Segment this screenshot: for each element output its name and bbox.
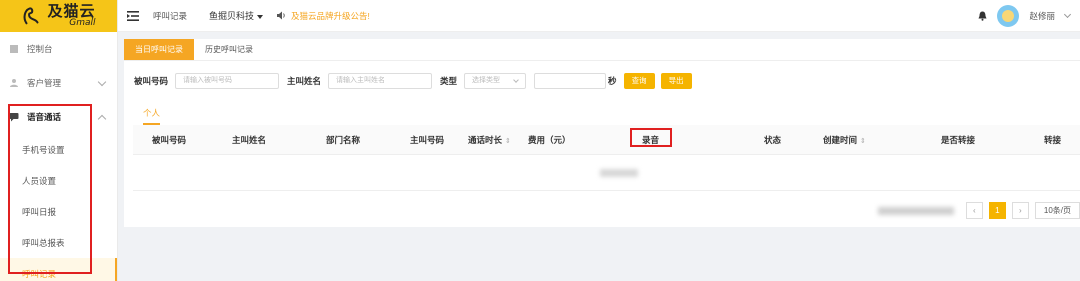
col-status: 状态 (764, 135, 782, 145)
record-tabs: 当日呼叫记录 历史呼叫记录 (124, 39, 1080, 61)
caller-name-label: 主叫姓名 (287, 76, 322, 86)
col-called-number: 被叫号码 (152, 135, 187, 145)
prev-page-button[interactable]: ‹ (965, 202, 983, 219)
company-name: 鱼掘贝科技 (209, 11, 255, 21)
company-selector[interactable]: 鱼掘贝科技 (209, 9, 264, 22)
chevron-up-icon (97, 114, 107, 124)
seconds-label: 秒 (608, 76, 617, 86)
table-header: 被叫号码 主叫姓名 部门名称 主叫号码 通话时长 ⇕ 费用（元） 录音 状态 创建… (133, 125, 1080, 155)
chat-icon (9, 113, 19, 122)
pagination-total (877, 206, 954, 215)
menu-fold-icon[interactable] (127, 10, 139, 21)
sidebar-item-label: 语音通话 (27, 112, 62, 122)
filter-bar: 被叫号码 请输入被叫号码 主叫姓名 请输入主叫姓名 类型 选择类型 秒 查询 导… (124, 61, 1080, 101)
caret-down-icon (257, 14, 264, 19)
main-panel: 当日呼叫记录 历史呼叫记录 被叫号码 请输入被叫号码 主叫姓名 请输入主叫姓名 … (124, 39, 1080, 227)
subtab-bar: 个人 (124, 101, 1080, 125)
query-button[interactable]: 查询 (623, 73, 655, 89)
sidebar-subitem-total-report[interactable]: 呼叫总报表 (0, 227, 117, 258)
chevron-down-icon (97, 77, 107, 87)
tab-personal[interactable]: 个人 (143, 107, 161, 125)
sidebar-item-dashboard[interactable]: 控制台 (0, 32, 117, 66)
user-name[interactable]: 赵修丽 (1029, 10, 1055, 22)
page-size-value: 10条/页 (1043, 206, 1071, 215)
breadcrumb: 呼叫记录 (153, 10, 188, 21)
called-number-label: 被叫号码 (134, 76, 169, 86)
col-recording: 录音 (642, 135, 660, 145)
type-select[interactable]: 选择类型 (464, 73, 527, 89)
sidebar: 及猫云 Gmall 控制台 客户管理 语音通话 手机号设置 人员设置 呼叫日报 … (0, 0, 118, 281)
duration-input[interactable] (534, 73, 607, 89)
col-cost: 费用（元） (528, 135, 571, 145)
bell-icon[interactable] (978, 11, 987, 21)
avatar[interactable] (997, 5, 1020, 27)
type-select-placeholder: 选择类型 (472, 77, 501, 84)
col-transfer: 转接 (1044, 135, 1062, 145)
chevron-down-icon[interactable] (1063, 10, 1072, 19)
sidebar-subitem-call-records[interactable]: 呼叫记录 (0, 258, 117, 281)
col-caller-number: 主叫号码 (410, 135, 445, 145)
announcement-link[interactable]: 及猫云品牌升级公告! (277, 10, 370, 22)
dashboard-icon (10, 45, 18, 53)
col-created-time-label: 创建时间 (823, 135, 858, 145)
brand-name-en: Gmall (69, 18, 96, 28)
brand-name-cn: 及猫云 (47, 2, 96, 20)
page-number[interactable]: 1 (988, 202, 1006, 219)
col-created-time[interactable]: 创建时间 ⇕ (823, 125, 866, 157)
col-department: 部门名称 (326, 135, 361, 145)
table-body (133, 155, 1080, 191)
col-is-transferred: 是否转接 (941, 135, 976, 145)
tab-history-records[interactable]: 历史呼叫记录 (194, 39, 264, 60)
sidebar-item-voice-call[interactable]: 语音通话 (0, 100, 117, 134)
called-number-input[interactable]: 请输入被叫号码 (175, 73, 280, 89)
topbar: 呼叫记录 鱼掘贝科技 及猫云品牌升级公告! 赵修丽 (118, 0, 1080, 32)
sidebar-subitem-daily-report[interactable]: 呼叫日报 (0, 196, 117, 227)
tab-today-records[interactable]: 当日呼叫记录 (124, 39, 194, 60)
sidebar-subitem-staff-settings[interactable]: 人员设置 (0, 165, 117, 196)
brand-logo[interactable]: 及猫云 Gmall (0, 0, 117, 32)
cat-logo-icon (24, 7, 39, 25)
sort-icon: ⇕ (505, 138, 511, 145)
chevron-down-icon (513, 77, 519, 83)
col-call-duration-label: 通话时长 (468, 135, 503, 145)
page-size-select[interactable]: 10条/页 (1034, 202, 1080, 219)
caller-name-input[interactable]: 请输入主叫姓名 (328, 73, 433, 89)
sidebar-item-label: 客户管理 (27, 78, 62, 88)
export-button[interactable]: 导出 (660, 73, 692, 89)
col-caller-name: 主叫姓名 (232, 135, 267, 145)
pagination: ‹ 1 › 10条/页 (877, 202, 1080, 219)
sidebar-subitem-phone-settings[interactable]: 手机号设置 (0, 134, 117, 165)
col-call-duration[interactable]: 通话时长 ⇕ (468, 125, 511, 157)
speaker-icon (277, 11, 285, 20)
sort-icon: ⇕ (860, 138, 866, 145)
sidebar-item-customers[interactable]: 客户管理 (0, 66, 117, 100)
next-page-button[interactable]: › (1011, 202, 1029, 219)
type-label: 类型 (440, 76, 458, 86)
avatar-face-icon (1002, 10, 1015, 22)
empty-state-text (600, 169, 638, 177)
user-area: 赵修丽 (978, 0, 1072, 32)
announcement-text: 及猫云品牌升级公告! (291, 10, 370, 21)
sidebar-item-label: 控制台 (27, 44, 53, 54)
user-icon (10, 79, 18, 87)
